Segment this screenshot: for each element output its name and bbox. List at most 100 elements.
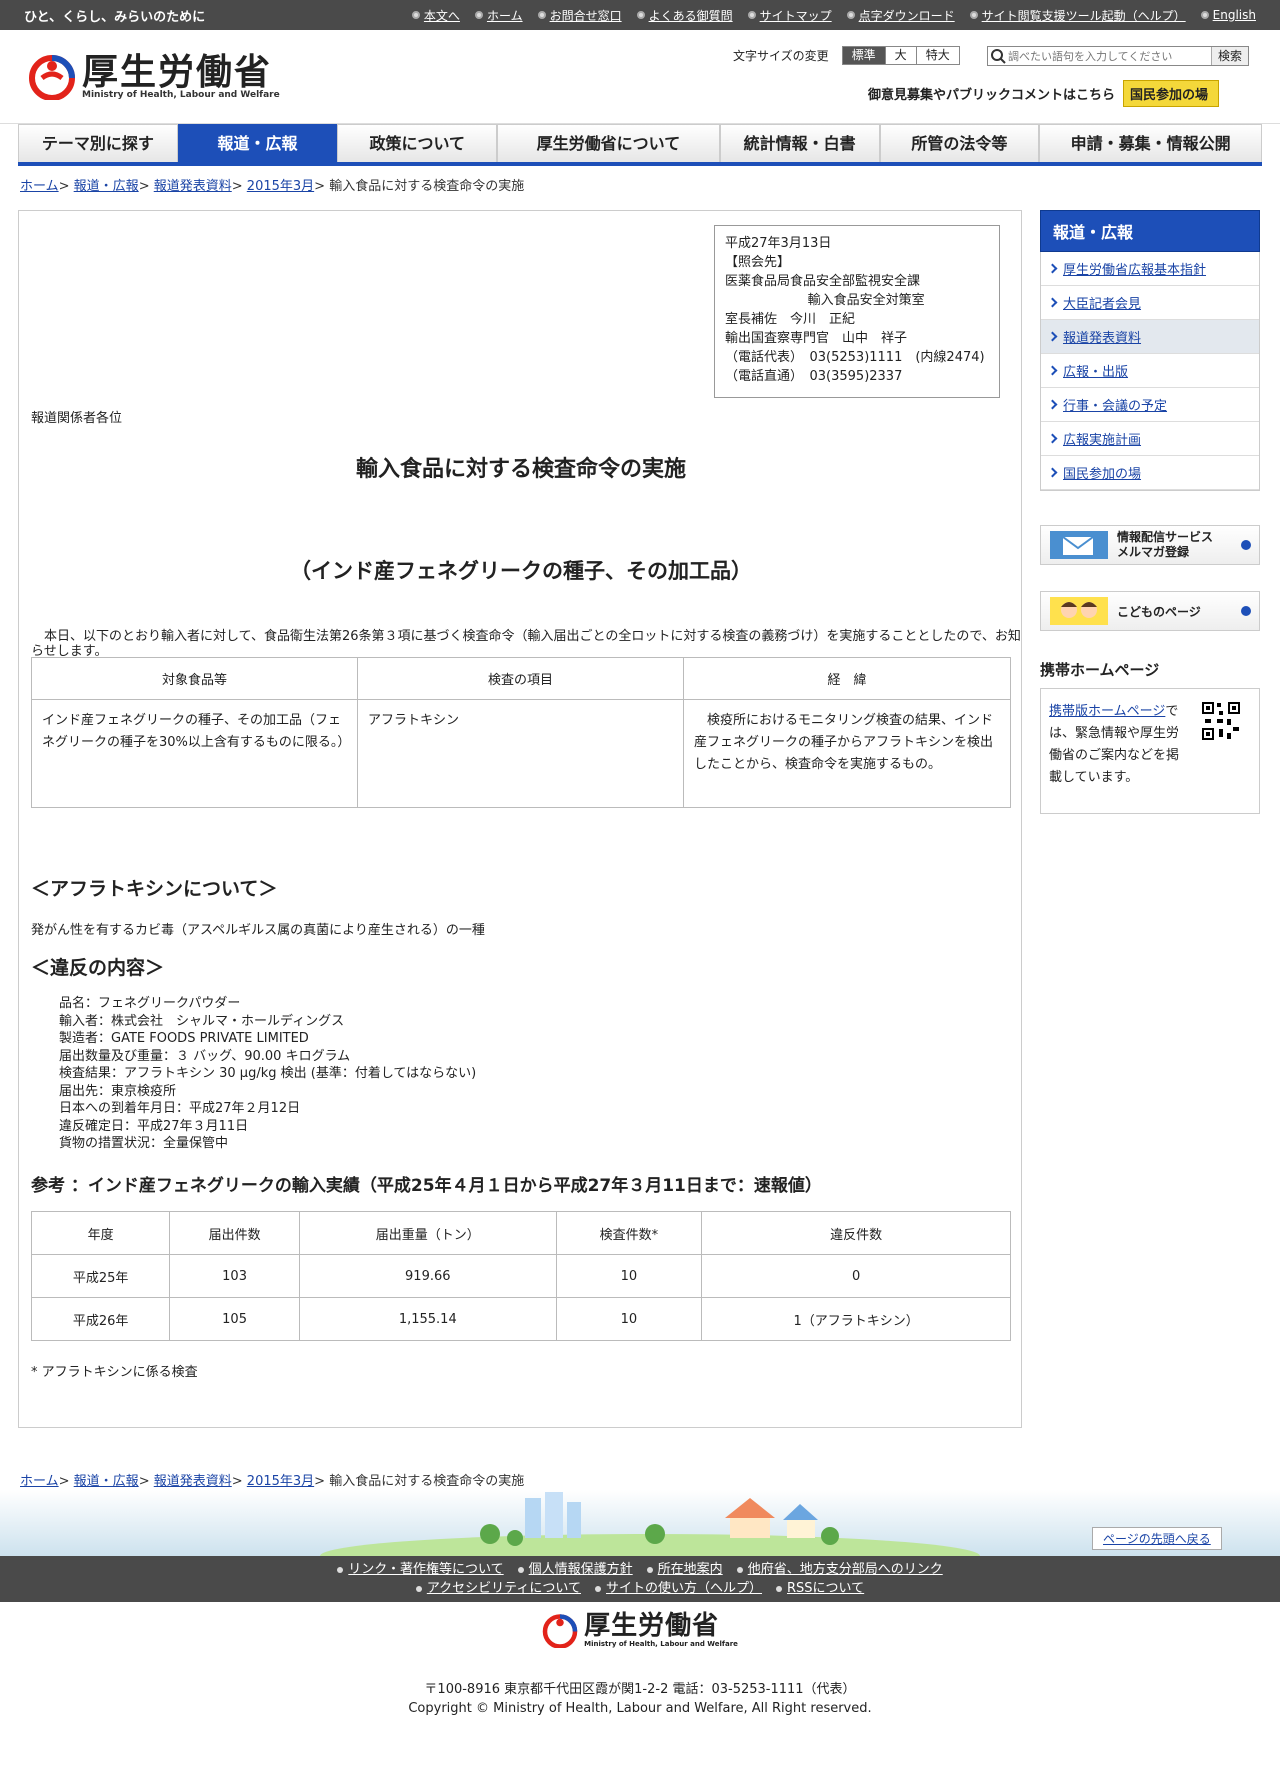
- children-icon: [1050, 597, 1108, 625]
- page-title: 輸入食品に対する検査命令の実施: [355, 457, 686, 482]
- font-size-xlarge[interactable]: 特大: [915, 46, 960, 65]
- article-box: 平成27年3月13日 【照会先】 医薬食品局食品安全部監視安全課 輸入食品安全対…: [18, 210, 1022, 1428]
- mail-magazine-banner[interactable]: 情報配信サービス メルマガ登録: [1040, 525, 1260, 565]
- table-header: 違反件数: [701, 1211, 1011, 1255]
- mobile-box: 携帯版ホームページでは、緊急情報や厚生労働省のご案内などを掲載しています。: [1040, 688, 1260, 814]
- footer-link-other-ministries[interactable]: 他府省、地方支分部局へのリンク: [737, 1560, 943, 1579]
- nav-applications[interactable]: 申請・募集・情報公開: [1039, 124, 1262, 162]
- top-link-main[interactable]: 本文へ: [411, 7, 460, 24]
- search-input[interactable]: [1008, 48, 1188, 64]
- search-button[interactable]: 検索: [1210, 47, 1248, 65]
- arrow-icon: [1047, 399, 1058, 410]
- site-logo[interactable]: 厚生労働省 Ministry of Health, Labour and Wel…: [28, 52, 280, 100]
- addressee: 報道関係者各位: [31, 411, 123, 426]
- footer-link-accessibility[interactable]: アクセシビリティについて: [416, 1579, 581, 1598]
- breadcrumb-releases[interactable]: 報道発表資料: [154, 1474, 232, 1489]
- top-link-sitemap[interactable]: サイトマップ: [747, 7, 832, 24]
- top-bar: ひと、くらし、みらいのために 本文へ ホーム お問合せ窓口 よくある御質問 サイ…: [0, 0, 1280, 30]
- town-illustration-icon: [320, 1492, 980, 1578]
- kids-page-banner[interactable]: こどものページ: [1040, 591, 1260, 631]
- footer-links: リンク・著作権等について 個人情報保護方針 所在地案内 他府省、地方支分部局への…: [0, 1556, 1280, 1602]
- sidebar-item-press-conference[interactable]: 大臣記者会見: [1041, 286, 1259, 320]
- sidebar-item-participation[interactable]: 国民参加の場: [1041, 456, 1259, 490]
- font-size-large[interactable]: 大: [884, 46, 917, 65]
- breadcrumb: ホーム> 報道・広報> 報道発表資料> 2015年3月> 輸入食品に対する検査命…: [20, 179, 525, 194]
- table-row: 平成26年 105 1,155.14 10 1（アフラトキシン）: [30, 1297, 1011, 1341]
- breadcrumb-home[interactable]: ホーム: [20, 179, 59, 194]
- logo-en: Ministry of Health, Labour and Welfare: [82, 90, 280, 100]
- breadcrumb-month[interactable]: 2015年3月: [247, 1474, 314, 1489]
- arrow-circle-icon: [1241, 606, 1251, 616]
- sidebar-item-press-releases[interactable]: 報道発表資料: [1041, 320, 1259, 354]
- order-table: 対象食品等 検査の項目 経 緯 インド産フェネグリークの種子、その加工品（フェネ…: [31, 657, 1011, 808]
- sidebar-item-pr-plan[interactable]: 広報実施計画: [1041, 422, 1259, 456]
- home-icon: [474, 11, 483, 19]
- top-link-braille[interactable]: 点字ダウンロード: [846, 7, 955, 24]
- arrow-icon: [1047, 297, 1058, 308]
- aflatoxin-text: 発がん性を有するカビ毒（アスペルギルス属の真菌により産生される）の一種: [31, 923, 485, 938]
- footer-link-copyright[interactable]: リンク・著作権等について: [337, 1560, 503, 1579]
- footer-link-help[interactable]: サイトの使い方（ヘルプ）: [595, 1579, 762, 1598]
- top-link-english[interactable]: English: [1200, 7, 1256, 24]
- nav-policy[interactable]: 政策について: [337, 124, 498, 162]
- breadcrumb-month[interactable]: 2015年3月: [247, 179, 314, 194]
- footer-link-location[interactable]: 所在地案内: [647, 1560, 723, 1579]
- nav-laws[interactable]: 所管の法令等: [879, 124, 1040, 162]
- sidebar-item-events[interactable]: 行事・会議の予定: [1041, 388, 1259, 422]
- nav-theme[interactable]: テーマ別に探す: [18, 124, 178, 162]
- list-item: 届出数量及び重量：３ バッグ、90.00 キログラム: [59, 1048, 351, 1064]
- tagline: ひと、くらし、みらいのために: [24, 9, 206, 25]
- sidebar-heading: 報道・広報: [1040, 210, 1260, 252]
- footer-copyright: Copyright © Ministry of Health, Labour a…: [408, 1701, 872, 1716]
- top-link-contact[interactable]: お問合せ窓口: [537, 7, 622, 24]
- public-participation-button[interactable]: 国民参加の場: [1123, 80, 1220, 107]
- list-item: 違反確定日：平成27年３月11日: [59, 1118, 249, 1134]
- nav-statistics[interactable]: 統計情報・白書: [719, 124, 880, 162]
- top-link-faq[interactable]: よくある御質問: [636, 7, 733, 24]
- font-size-label: 文字サイズの変更: [733, 49, 829, 63]
- arrow-icon: [1047, 433, 1058, 444]
- arrow-icon: [1047, 331, 1058, 342]
- bullet-icon: [1200, 11, 1209, 19]
- bullet-icon: [747, 11, 756, 19]
- sidebar-menu: 厚生労働省広報基本指針 大臣記者会見 報道発表資料 広報・出版 行事・会議の予定…: [1040, 252, 1260, 491]
- breadcrumb-press[interactable]: 報道・広報: [74, 179, 139, 194]
- reference-heading: 参考 ：インド産フェネグリークの輸入実績（平成25年４月１日から平成27年３月1…: [31, 1176, 822, 1196]
- table-header: 検査件数*: [555, 1211, 703, 1255]
- sidebar-item-publications[interactable]: 広報・出版: [1041, 354, 1259, 388]
- table-cell: アフラトキシン: [357, 699, 684, 808]
- nav-press[interactable]: 報道・広報: [177, 124, 338, 162]
- top-link-home[interactable]: ホーム: [474, 7, 523, 24]
- table-header: 年度: [30, 1211, 171, 1255]
- font-size-normal[interactable]: 標準: [841, 46, 886, 65]
- footer-bottom: 厚生労働省 Ministry of Health, Labour and Wel…: [0, 1612, 1280, 1716]
- footer-logo[interactable]: 厚生労働省 Ministry of Health, Labour and Wel…: [542, 1612, 738, 1648]
- list-item: 輸入者：株式会社 シャルマ・ホールディングス: [59, 1013, 345, 1029]
- search-icon: [991, 49, 1006, 64]
- footer-logo-en: Ministry of Health, Labour and Welfare: [584, 1640, 738, 1648]
- public-comment: 御意見募集やパブリックコメントはこちら 国民参加の場: [868, 80, 1220, 107]
- sidebar-item-guidelines[interactable]: 厚生労働省広報基本指針: [1041, 252, 1259, 286]
- arrow-circle-icon: [1241, 540, 1251, 550]
- list-item: 貨物の措置状況：全量保管中: [59, 1136, 229, 1151]
- ministry-logo-icon: [29, 55, 75, 100]
- breadcrumb-releases[interactable]: 報道発表資料: [154, 179, 232, 194]
- mobile-heading: 携帯ホームページ: [1040, 661, 1160, 679]
- top-link-accessibility-tool[interactable]: サイト閲覧支援ツール起動（ヘルプ）: [969, 7, 1186, 24]
- search-box: 検索: [987, 46, 1249, 66]
- breadcrumb-home[interactable]: ホーム: [20, 1474, 59, 1489]
- header: 厚生労働省 Ministry of Health, Labour and Wel…: [0, 30, 1280, 124]
- footer-link-privacy[interactable]: 個人情報保護方針: [518, 1560, 633, 1579]
- mobile-link[interactable]: 携帯版ホームページ: [1049, 704, 1165, 719]
- breadcrumb-press[interactable]: 報道・広報: [74, 1474, 139, 1489]
- breadcrumb-bottom: ホーム> 報道・広報> 報道発表資料> 2015年3月> 輸入食品に対する検査命…: [20, 1474, 525, 1489]
- table-cell: 検疫所におけるモニタリング検査の結果、インド産フェネグリークの種子からアフラトキ…: [683, 699, 1011, 808]
- footer-link-rss[interactable]: RSSについて: [776, 1579, 864, 1598]
- sidebar: 報道・広報 厚生労働省広報基本指針 大臣記者会見 報道発表資料 広報・出版 行事…: [1040, 210, 1260, 814]
- footer-logo-jp: 厚生労働省: [584, 1611, 720, 1641]
- arrow-icon: [1047, 467, 1058, 478]
- envelope-icon: [1050, 531, 1108, 559]
- nav-about[interactable]: 厚生労働省について: [497, 124, 720, 162]
- table-cell: インド産フェネグリークの種子、その加工品（フェネグリークの種子を30%以上含有す…: [31, 699, 358, 808]
- back-to-top-link[interactable]: ページの先頭へ戻る: [1092, 1527, 1222, 1550]
